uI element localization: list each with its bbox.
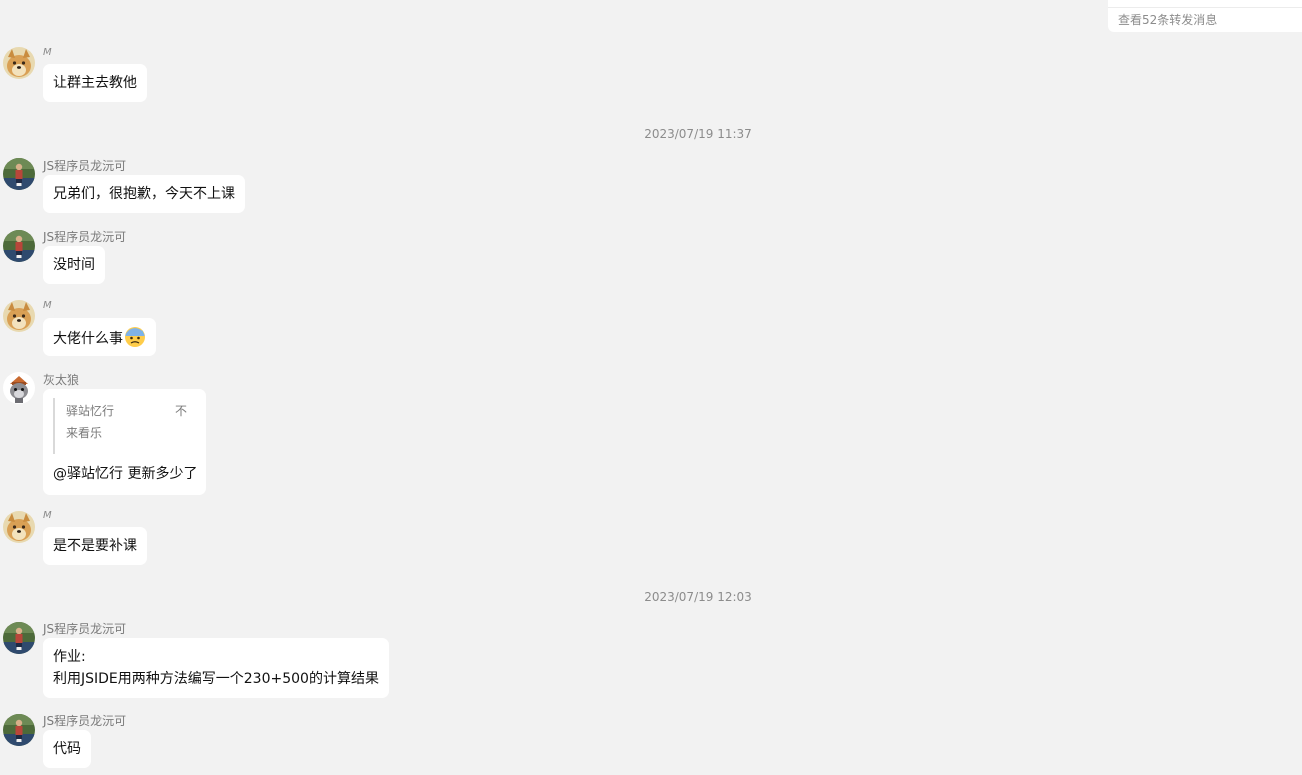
programmer-avatar-icon[interactable]: [3, 622, 35, 654]
timestamp-divider: 2023/07/19 11:37: [644, 127, 752, 141]
grey-wolf-avatar-icon[interactable]: [3, 372, 35, 404]
sender-name: M: [43, 510, 52, 521]
quote-author: 驿站忆行: [66, 404, 115, 418]
message-bubble[interactable]: 兄弟们，很抱歉，今天不上课: [43, 175, 245, 213]
message-bubble[interactable]: 代码: [43, 730, 91, 768]
message-text-line: 利用JSIDE用两种方法编写一个230+500的计算结果: [53, 671, 379, 687]
programmer-avatar-icon[interactable]: [3, 230, 35, 262]
message-bubble[interactable]: 没时间: [43, 246, 105, 284]
message-text: 代码: [53, 741, 81, 757]
sender-name: JS程序员龙沅可: [43, 714, 127, 728]
sender-name: 灰太狼: [43, 373, 80, 387]
message-text: 让群主去教他: [53, 75, 137, 91]
message-bubble[interactable]: 作业: 利用JSIDE用两种方法编写一个230+500的计算结果: [43, 638, 389, 698]
message-text: @驿站忆行 更新多少了: [53, 466, 198, 482]
message-bubble[interactable]: 让群主去教他: [43, 64, 147, 102]
quote-text: 不: [175, 404, 188, 418]
forwarded-messages-card[interactable]: 查看52条转发消息: [1108, 0, 1302, 32]
sender-name: JS程序员龙沅可: [43, 622, 127, 636]
quoted-message[interactable]: 驿站忆行 不 来看乐: [53, 398, 195, 454]
message-bubble[interactable]: 大佬什么事: [43, 318, 156, 356]
sender-name: M: [43, 300, 52, 311]
message-text: 大佬什么事: [53, 331, 123, 347]
programmer-avatar-icon[interactable]: [3, 158, 35, 190]
sender-name: JS程序员龙沅可: [43, 159, 127, 173]
sender-name: M: [43, 47, 52, 58]
doge-avatar-icon[interactable]: [3, 47, 35, 79]
message-bubble[interactable]: 是不是要补课: [43, 527, 147, 565]
chat-window: 查看52条转发消息 M 让群主去教他 2023/07/19 11:37 JS程序…: [0, 0, 1302, 775]
anxious-sweat-face-icon: [124, 326, 146, 355]
message-text-line: 作业:: [53, 649, 86, 665]
programmer-avatar-icon[interactable]: [3, 714, 35, 746]
timestamp-divider: 2023/07/19 12:03: [644, 590, 752, 604]
message-text: 兄弟们，很抱歉，今天不上课: [53, 186, 235, 202]
message-text: 没时间: [53, 257, 95, 273]
sender-name: JS程序员龙沅可: [43, 230, 127, 244]
doge-avatar-icon[interactable]: [3, 511, 35, 543]
message-text: 是不是要补课: [53, 538, 137, 554]
quote-text: 来看乐: [66, 426, 103, 440]
doge-avatar-icon[interactable]: [3, 300, 35, 332]
card-divider: [1108, 7, 1302, 8]
view-forwarded-messages-link[interactable]: 查看52条转发消息: [1118, 11, 1217, 28]
